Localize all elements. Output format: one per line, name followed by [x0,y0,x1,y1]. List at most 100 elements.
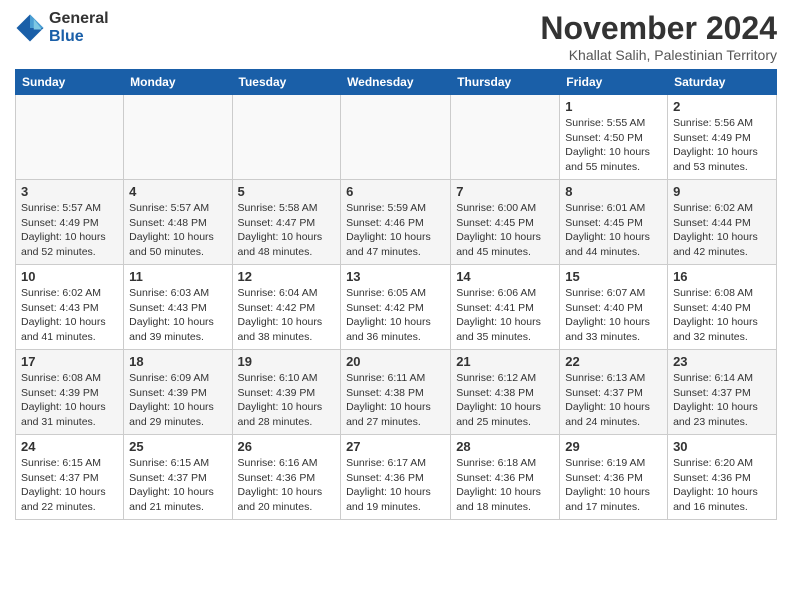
calendar-cell: 13 Sunrise: 6:05 AMSunset: 4:42 PMDayligh… [341,265,451,350]
calendar-table: Sunday Monday Tuesday Wednesday Thursday… [15,69,777,520]
header-monday: Monday [124,70,232,95]
week-row-5: 24 Sunrise: 6:15 AMSunset: 4:37 PMDayligh… [16,435,777,520]
day-info: Sunrise: 5:55 AMSunset: 4:50 PMDaylight:… [565,116,662,175]
calendar-cell: 28 Sunrise: 6:18 AMSunset: 4:36 PMDayligh… [451,435,560,520]
day-info: Sunrise: 5:58 AMSunset: 4:47 PMDaylight:… [238,201,336,260]
day-info: Sunrise: 6:12 AMSunset: 4:38 PMDaylight:… [456,371,554,430]
week-row-3: 10 Sunrise: 6:02 AMSunset: 4:43 PMDayligh… [16,265,777,350]
day-number: 13 [346,269,445,284]
day-info: Sunrise: 5:57 AMSunset: 4:49 PMDaylight:… [21,201,118,260]
logo-text: General Blue [49,10,109,45]
day-info: Sunrise: 6:15 AMSunset: 4:37 PMDaylight:… [129,456,226,515]
calendar-cell: 26 Sunrise: 6:16 AMSunset: 4:36 PMDayligh… [232,435,341,520]
calendar-cell [451,95,560,180]
day-info: Sunrise: 6:09 AMSunset: 4:39 PMDaylight:… [129,371,226,430]
calendar-cell: 10 Sunrise: 6:02 AMSunset: 4:43 PMDayligh… [16,265,124,350]
day-info: Sunrise: 6:11 AMSunset: 4:38 PMDaylight:… [346,371,445,430]
day-number: 6 [346,184,445,199]
day-number: 14 [456,269,554,284]
calendar-cell: 3 Sunrise: 5:57 AMSunset: 4:49 PMDaylight… [16,180,124,265]
day-info: Sunrise: 6:02 AMSunset: 4:44 PMDaylight:… [673,201,771,260]
day-number: 25 [129,439,226,454]
day-number: 1 [565,99,662,114]
calendar-cell: 17 Sunrise: 6:08 AMSunset: 4:39 PMDayligh… [16,350,124,435]
calendar-cell: 27 Sunrise: 6:17 AMSunset: 4:36 PMDayligh… [341,435,451,520]
day-info: Sunrise: 6:04 AMSunset: 4:42 PMDaylight:… [238,286,336,345]
calendar-cell: 29Sunrise: 6:19 AMSunset: 4:36 PMDayligh… [560,435,668,520]
day-info: Sunrise: 6:01 AMSunset: 4:45 PMDaylight:… [565,201,662,260]
day-info: Sunrise: 6:20 AMSunset: 4:36 PMDaylight:… [673,456,771,515]
calendar-cell: 12 Sunrise: 6:04 AMSunset: 4:42 PMDayligh… [232,265,341,350]
day-info: Sunrise: 6:08 AMSunset: 4:40 PMDaylight:… [673,286,771,345]
title-area: November 2024 Khallat Salih, Palestinian… [540,10,777,63]
calendar-cell: 20Sunrise: 6:11 AMSunset: 4:38 PMDayligh… [341,350,451,435]
header-wednesday: Wednesday [341,70,451,95]
calendar-cell: 19 Sunrise: 6:10 AMSunset: 4:39 PMDayligh… [232,350,341,435]
day-number: 8 [565,184,662,199]
day-info: Sunrise: 6:05 AMSunset: 4:42 PMDaylight:… [346,286,445,345]
header-sunday: Sunday [16,70,124,95]
day-number: 27 [346,439,445,454]
calendar-cell: 6 Sunrise: 5:59 AMSunset: 4:46 PMDaylight… [341,180,451,265]
day-number: 11 [129,269,226,284]
day-number: 9 [673,184,771,199]
day-number: 23 [673,354,771,369]
day-info: Sunrise: 6:13 AMSunset: 4:37 PMDaylight:… [565,371,662,430]
calendar-cell [232,95,341,180]
calendar-header-row: Sunday Monday Tuesday Wednesday Thursday… [16,70,777,95]
day-number: 29 [565,439,662,454]
calendar-cell: 1 Sunrise: 5:55 AMSunset: 4:50 PMDaylight… [560,95,668,180]
week-row-2: 3 Sunrise: 5:57 AMSunset: 4:49 PMDaylight… [16,180,777,265]
day-number: 12 [238,269,336,284]
calendar-cell: 8 Sunrise: 6:01 AMSunset: 4:45 PMDaylight… [560,180,668,265]
day-number: 10 [21,269,118,284]
location-subtitle: Khallat Salih, Palestinian Territory [540,47,777,63]
day-info: Sunrise: 6:02 AMSunset: 4:43 PMDaylight:… [21,286,118,345]
day-number: 21 [456,354,554,369]
header-tuesday: Tuesday [232,70,341,95]
calendar-cell: 30 Sunrise: 6:20 AMSunset: 4:36 PMDayligh… [668,435,777,520]
day-info: Sunrise: 6:18 AMSunset: 4:36 PMDaylight:… [456,456,554,515]
logo-blue-text: Blue [49,28,109,46]
day-number: 22 [565,354,662,369]
logo: General Blue [15,10,109,45]
day-info: Sunrise: 6:17 AMSunset: 4:36 PMDaylight:… [346,456,445,515]
calendar-cell [341,95,451,180]
day-info: Sunrise: 5:57 AMSunset: 4:48 PMDaylight:… [129,201,226,260]
day-number: 30 [673,439,771,454]
day-info: Sunrise: 5:59 AMSunset: 4:46 PMDaylight:… [346,201,445,260]
day-number: 28 [456,439,554,454]
logo-icon [15,13,45,43]
day-number: 4 [129,184,226,199]
week-row-4: 17 Sunrise: 6:08 AMSunset: 4:39 PMDayligh… [16,350,777,435]
header-thursday: Thursday [451,70,560,95]
calendar-cell: 18 Sunrise: 6:09 AMSunset: 4:39 PMDayligh… [124,350,232,435]
day-number: 17 [21,354,118,369]
calendar-cell: 23 Sunrise: 6:14 AMSunset: 4:37 PMDayligh… [668,350,777,435]
day-number: 19 [238,354,336,369]
calendar-cell: 16Sunrise: 6:08 AMSunset: 4:40 PMDayligh… [668,265,777,350]
page-container: General Blue November 2024 Khallat Salih… [0,0,792,530]
day-info: Sunrise: 6:08 AMSunset: 4:39 PMDaylight:… [21,371,118,430]
week-row-1: 1 Sunrise: 5:55 AMSunset: 4:50 PMDaylight… [16,95,777,180]
day-number: 26 [238,439,336,454]
day-info: Sunrise: 6:07 AMSunset: 4:40 PMDaylight:… [565,286,662,345]
calendar-cell [124,95,232,180]
header-friday: Friday [560,70,668,95]
calendar-cell: 2Sunrise: 5:56 AMSunset: 4:49 PMDaylight… [668,95,777,180]
calendar-cell: 7Sunrise: 6:00 AMSunset: 4:45 PMDaylight… [451,180,560,265]
day-number: 24 [21,439,118,454]
day-number: 18 [129,354,226,369]
calendar-cell: 9 Sunrise: 6:02 AMSunset: 4:44 PMDaylight… [668,180,777,265]
day-number: 15 [565,269,662,284]
day-info: Sunrise: 6:14 AMSunset: 4:37 PMDaylight:… [673,371,771,430]
calendar-cell: 4 Sunrise: 5:57 AMSunset: 4:48 PMDaylight… [124,180,232,265]
day-info: Sunrise: 5:56 AMSunset: 4:49 PMDaylight:… [673,116,771,175]
day-number: 3 [21,184,118,199]
calendar-cell: 5 Sunrise: 5:58 AMSunset: 4:47 PMDaylight… [232,180,341,265]
calendar-cell: 14Sunrise: 6:06 AMSunset: 4:41 PMDayligh… [451,265,560,350]
day-info: Sunrise: 6:16 AMSunset: 4:36 PMDaylight:… [238,456,336,515]
day-info: Sunrise: 6:10 AMSunset: 4:39 PMDaylight:… [238,371,336,430]
day-number: 5 [238,184,336,199]
day-info: Sunrise: 6:15 AMSunset: 4:37 PMDaylight:… [21,456,118,515]
